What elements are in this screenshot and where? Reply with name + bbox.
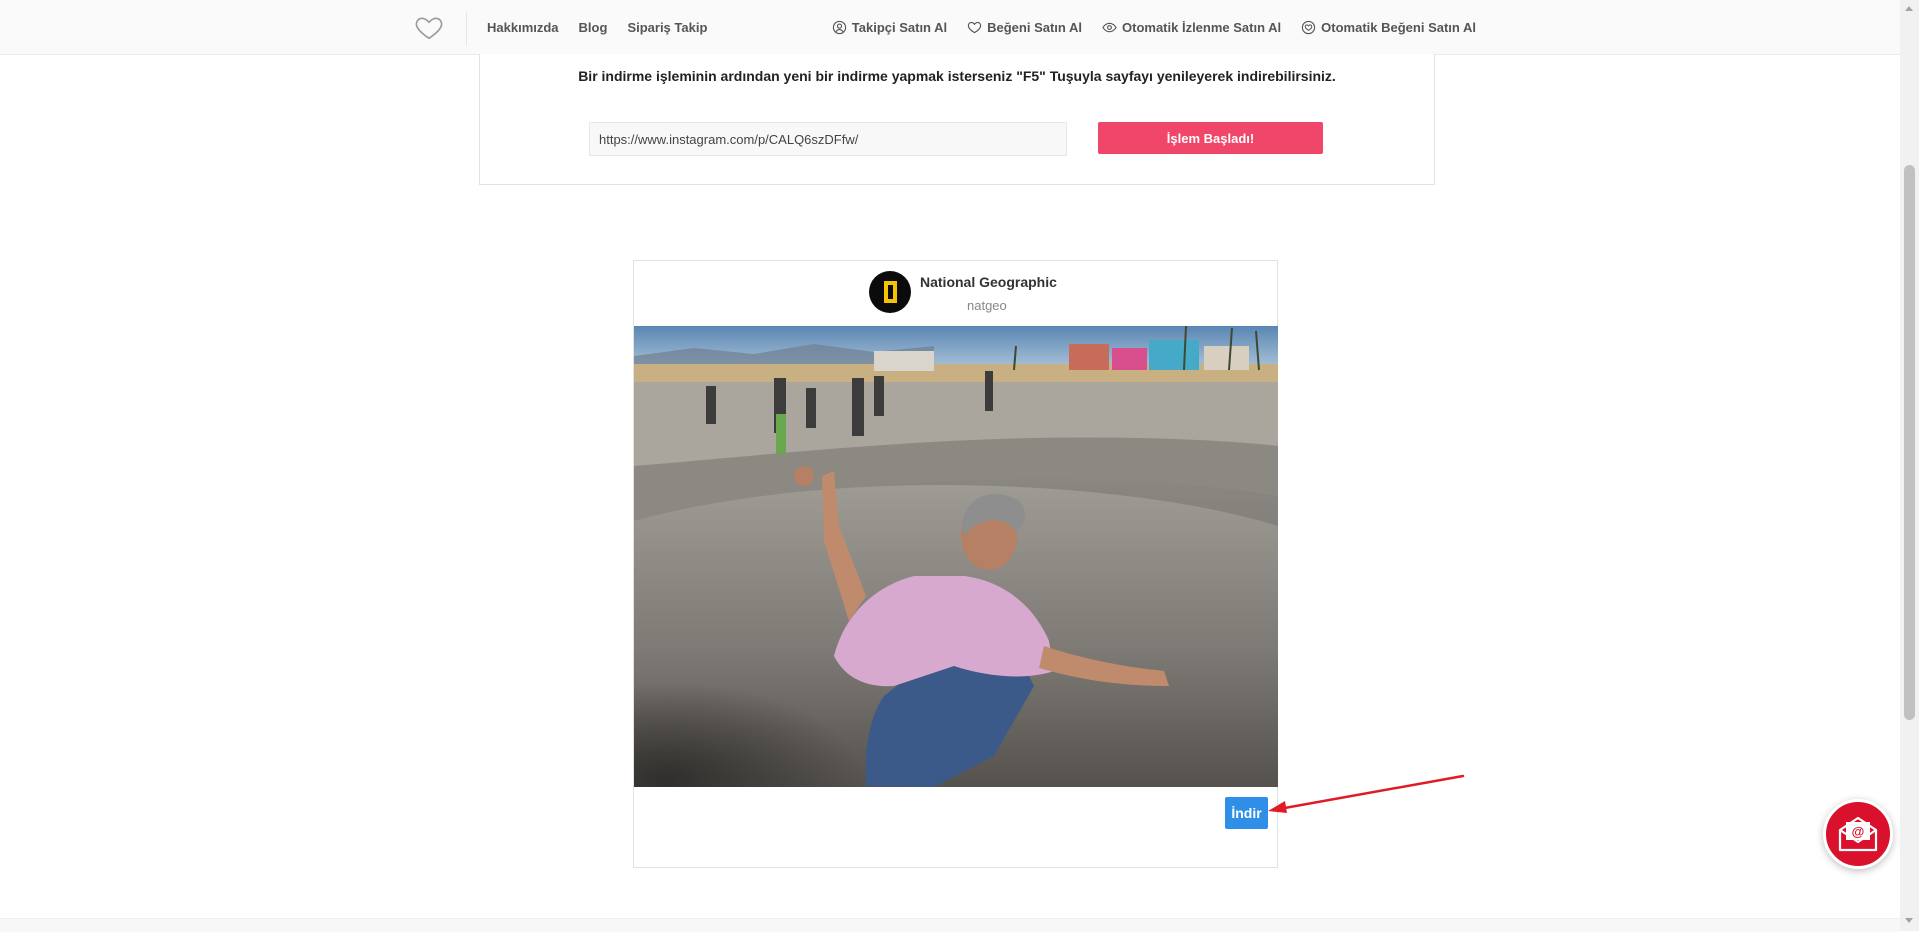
scrollbar-thumb[interactable] [1904, 165, 1915, 720]
nav-link-buy-likes[interactable]: Beğeni Satın Al [967, 20, 1082, 35]
page-footer-edge [0, 918, 1900, 932]
post-photo [634, 326, 1278, 787]
heart-outline-icon [967, 21, 982, 33]
nav-link-blog[interactable]: Blog [579, 20, 608, 35]
nav-link-order-tracking[interactable]: Sipariş Takip [627, 20, 707, 35]
heart-logo-icon[interactable] [414, 12, 444, 42]
nav-link-buy-auto-likes[interactable]: Otomatik Beğeni Satın Al [1301, 20, 1476, 35]
nav-link-label: Beğeni Satın Al [987, 19, 1082, 35]
post-username: natgeo [967, 298, 1007, 313]
nav-link-label: Otomatik İzlenme Satın Al [1122, 19, 1282, 35]
scroll-up-arrow-icon[interactable] [1905, 6, 1913, 11]
contact-mail-button[interactable]: @ [1823, 799, 1893, 869]
envelope-at-icon: @ [1838, 816, 1878, 852]
scroll-down-arrow-icon[interactable] [1905, 918, 1913, 923]
nav-link-buy-followers[interactable]: Takipçi Satın Al [832, 20, 947, 35]
annotation-arrow [1268, 774, 1465, 813]
nav-left-links: Hakkımızda Blog Sipariş Takip [487, 0, 707, 54]
nav-link-label: Takipçi Satın Al [851, 19, 948, 35]
instagram-post-card: National Geographic natgeo İndir [633, 260, 1278, 868]
top-navbar: Hakkımızda Blog Sipariş Takip Takipçi Sa… [0, 0, 1900, 55]
profile-avatar [869, 271, 911, 313]
start-process-button[interactable]: İşlem Başladı! [1098, 122, 1323, 154]
refresh-instruction-text: Bir indirme işleminin ardından yeni bir … [578, 68, 1336, 84]
nav-link-buy-auto-views[interactable]: Otomatik İzlenme Satın Al [1102, 20, 1281, 35]
download-button[interactable]: İndir [1225, 797, 1268, 829]
eye-icon [1102, 22, 1117, 32]
nav-link-label: Otomatik Beğeni Satın Al [1321, 19, 1476, 35]
nav-divider [466, 12, 467, 46]
svg-text:@: @ [1852, 824, 1865, 839]
user-circle-icon [832, 20, 846, 34]
nav-link-about[interactable]: Hakkımızda [487, 20, 559, 35]
instagram-url-input[interactable] [589, 122, 1067, 156]
heart-circle-icon [1302, 20, 1316, 34]
natgeo-frame-logo-icon [883, 281, 897, 303]
post-display-name: National Geographic [920, 274, 1057, 290]
download-form-panel: Bir indirme işleminin ardından yeni bir … [479, 54, 1435, 185]
nav-right-links: Takipçi Satın Al Beğeni Satın Al Otomati… [832, 0, 1476, 54]
